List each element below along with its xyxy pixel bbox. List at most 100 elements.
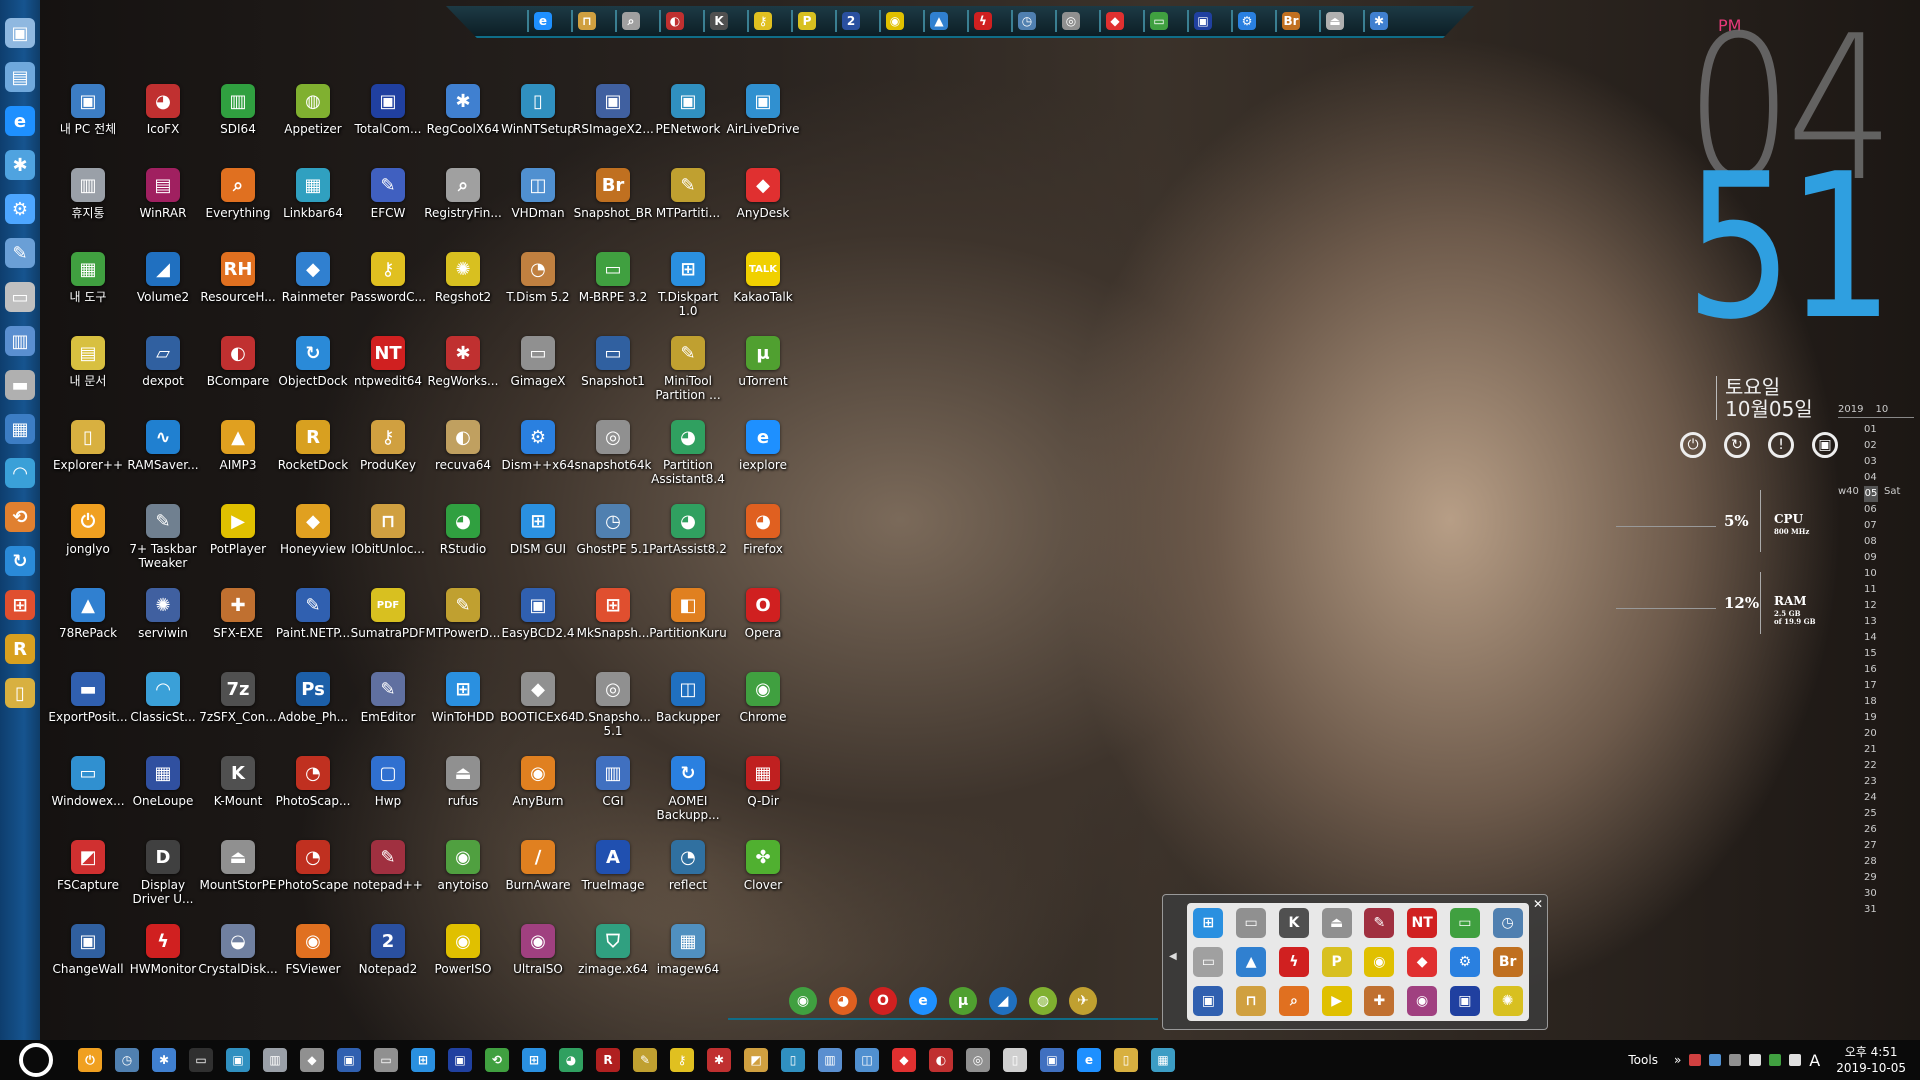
desktop-icon[interactable]: ▭ M-BRPE 3.2	[573, 252, 653, 304]
ie-icon[interactable]: e	[909, 987, 937, 1015]
objectdock-icon[interactable]: ↻	[5, 546, 35, 576]
desktop-icon[interactable]: ⚙ Dism++x64	[498, 420, 578, 472]
puzzle-icon[interactable]: ✱	[5, 150, 35, 180]
desktop-icon[interactable]: ▥ CGI	[573, 756, 653, 808]
display-icon[interactable]	[1749, 1054, 1762, 1066]
regcool-icon[interactable]: ✱	[152, 1048, 176, 1072]
desktop-icon[interactable]: ◕ RStudio	[423, 504, 503, 556]
desktop-icon[interactable]: ⊞ MkSnapsh...	[573, 588, 653, 640]
desktop-icon[interactable]: ⏻ jonglyo	[48, 504, 128, 556]
desktop-icon[interactable]: ϟ HWMonitor	[123, 924, 203, 976]
desktop-icon[interactable]: ◩ FSCapture	[48, 840, 128, 892]
78repack-icon[interactable]: ▲	[1236, 946, 1267, 977]
top-dock-item[interactable]: ▣	[1187, 10, 1217, 32]
desktop-icon[interactable]: ◐ recuva64	[423, 420, 503, 472]
desktop-icon[interactable]: ◕ IcoFX	[123, 84, 203, 136]
restore-icon[interactable]: ⟲	[485, 1048, 509, 1072]
desktop-icon[interactable]: ◉ Chrome	[723, 672, 803, 724]
hwmonitor-icon[interactable]: ϟ	[1278, 946, 1309, 977]
top-dock-item[interactable]: ⚙	[1231, 10, 1261, 32]
start-button[interactable]	[14, 1040, 58, 1080]
popup-arrow-icon[interactable]: ◀	[1169, 951, 1177, 962]
key-icon[interactable]: ⚷	[670, 1048, 694, 1072]
desktop-icon[interactable]: ↻ AOMEI Backupp...	[648, 756, 728, 822]
desktop-icon[interactable]: ▣ TotalCom...	[348, 84, 428, 136]
desktop-icon[interactable]: ▭ Snapshot1	[573, 336, 653, 388]
desktop-icon[interactable]: TALK KakaoTalk	[723, 252, 803, 304]
gimagex-icon[interactable]: ▭	[374, 1048, 398, 1072]
tray-clock[interactable]: 오후 4:51 2019-10-05	[1836, 1044, 1906, 1076]
desktop-icon[interactable]: ▦ OneLoupe	[123, 756, 203, 808]
computer-icon[interactable]: ▣	[5, 18, 35, 48]
desktop-icon[interactable]: ⏏ MountStorPE	[198, 840, 278, 892]
rocketdock-icon[interactable]: R	[5, 634, 35, 664]
desktop-icon[interactable]: ⊞ DISM GUI	[498, 504, 578, 556]
desktop-icon[interactable]: ▥ 휴지통	[48, 168, 128, 220]
top-dock-item[interactable]: ◎	[1055, 10, 1085, 32]
desktop-icon[interactable]: ▦ Q-Dir	[723, 756, 803, 808]
desktop-icon[interactable]: ▦ 내 도구	[48, 252, 128, 304]
drive-icon[interactable]	[1729, 1054, 1742, 1066]
easybcd-icon[interactable]: ▣	[337, 1048, 361, 1072]
partassist-icon[interactable]: ◕	[559, 1048, 583, 1072]
regworks-icon[interactable]: ✱	[707, 1048, 731, 1072]
desktop-icon[interactable]: ◷ GhostPE 5.1	[573, 504, 653, 556]
desktop-icon[interactable]: ▬ ExportPosit...	[48, 672, 128, 724]
windows-icon[interactable]: ⊞	[5, 590, 35, 620]
display-icon[interactable]: ▦	[1151, 1048, 1175, 1072]
ultraiso-icon[interactable]: ◉	[1407, 986, 1438, 1017]
dism-icon[interactable]: ⚙	[1449, 946, 1480, 977]
desktop-icon[interactable]: ▤ 내 문서	[48, 336, 128, 388]
desktop-icon[interactable]: ◫ Backupper	[648, 672, 728, 724]
network-icon[interactable]: ▣	[1040, 1048, 1064, 1072]
disk-icon[interactable]: ▭	[1193, 946, 1224, 977]
totalcmd-icon[interactable]: ▣	[448, 1048, 472, 1072]
desktop-icon[interactable]: O Opera	[723, 588, 803, 640]
desktop-icon[interactable]: ◍ Appetizer	[273, 84, 353, 136]
resource-icon[interactable]: R	[596, 1048, 620, 1072]
desktop-icon[interactable]: ◔ reflect	[648, 840, 728, 892]
kmount-icon[interactable]: K	[1278, 907, 1309, 938]
desktop-icon[interactable]: ◎ D.Snapsho... 5.1	[573, 672, 653, 738]
top-dock-item[interactable]: ⊓	[571, 10, 601, 32]
drive-icon[interactable]: ▭	[1236, 907, 1267, 938]
opera-icon[interactable]: O	[869, 987, 897, 1015]
power-icon[interactable]: ⏻	[78, 1048, 102, 1072]
windows-icon[interactable]: ⊞	[1193, 907, 1224, 938]
desktop-icon[interactable]: ▯ WinNTSetup	[498, 84, 578, 136]
ghost-icon[interactable]: ◷	[1492, 907, 1523, 938]
top-dock-item[interactable]: ◐	[659, 10, 689, 32]
penetwork-icon[interactable]: ▣	[226, 1048, 250, 1072]
desktop-icon[interactable]: ▶ PotPlayer	[198, 504, 278, 556]
desktop-icon[interactable]: PDF SumatraPDF	[348, 588, 428, 640]
desktop-icon[interactable]: ◔ PhotoScape	[273, 840, 353, 892]
desktop-icon[interactable]: ▥ SDI64	[198, 84, 278, 136]
snapshot-icon[interactable]: ◎	[966, 1048, 990, 1072]
cmd-icon[interactable]: ▭	[189, 1048, 213, 1072]
poweriso-icon[interactable]: ◉	[1364, 946, 1395, 977]
unlock-icon[interactable]: ⊓	[1236, 986, 1267, 1017]
shell-icon[interactable]: ◠	[5, 458, 35, 488]
desktop-icon[interactable]: ▭ GimageX	[498, 336, 578, 388]
ghost-icon[interactable]: ◷	[115, 1048, 139, 1072]
desktop-icon[interactable]: Br Snapshot_BR	[573, 168, 653, 220]
disk-icon[interactable]: ▭	[5, 282, 35, 312]
desktop-icon[interactable]: ◢ Volume2	[123, 252, 203, 304]
desktop-icon[interactable]: K K-Mount	[198, 756, 278, 808]
desktop-icon[interactable]: ⚷ ProduKey	[348, 420, 428, 472]
desktop-icon[interactable]: ▢ Hwp	[348, 756, 428, 808]
winntsetup-icon[interactable]: ▯	[781, 1048, 805, 1072]
br-icon[interactable]: Br	[1492, 946, 1523, 977]
gear-icon[interactable]: ⚙	[5, 194, 35, 224]
desktop-icon[interactable]: ◒ CrystalDisk...	[198, 924, 278, 976]
desktop-icon[interactable]: ✎ Paint.NETP...	[273, 588, 353, 640]
desktop-icon[interactable]: ✎ MTPowerD...	[423, 588, 503, 640]
drive-icon[interactable]: ▬	[5, 370, 35, 400]
vhdman-icon[interactable]: ◫	[855, 1048, 879, 1072]
desktop-icon[interactable]: NT ntpwedit64	[348, 336, 428, 388]
top-dock-item[interactable]: K	[703, 10, 733, 32]
desktop-icon[interactable]: 2 Notepad2	[348, 924, 428, 976]
desktop-icon[interactable]: ◐ BCompare	[198, 336, 278, 388]
mtpartition-icon[interactable]: ✎	[633, 1048, 657, 1072]
desktop-icon[interactable]: ∿ RAMSaver...	[123, 420, 203, 472]
